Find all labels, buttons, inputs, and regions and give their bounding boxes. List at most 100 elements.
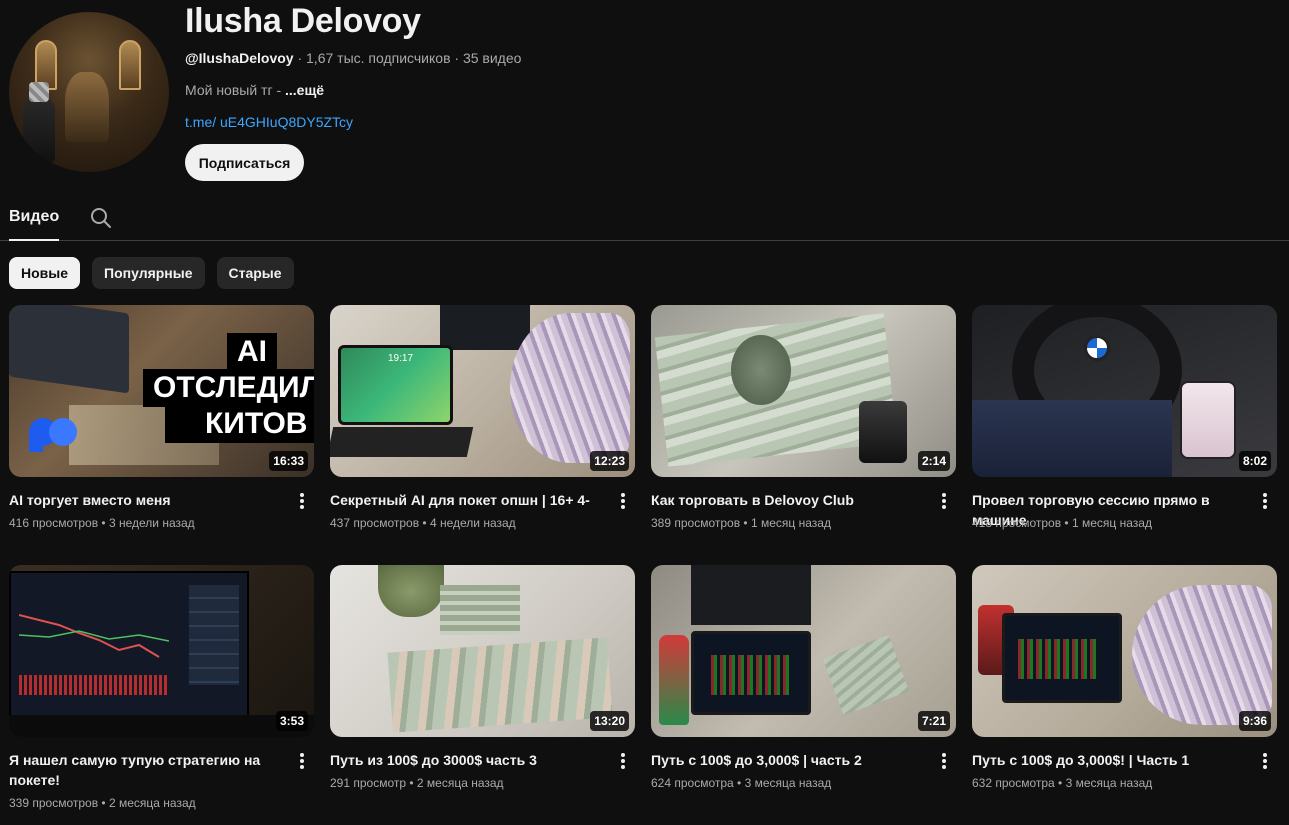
video-duration: 3:53 [275,711,308,731]
upload-age: 1 месяц назад [1071,516,1152,530]
video-thumbnail[interactable]: 2:14 [651,305,956,477]
monitor-decor [691,565,811,625]
sort-chips: Новые Популярные Старые [9,257,294,289]
description-text: Мой новый тг - [185,82,286,98]
tab-videos[interactable]: Видео [9,208,60,241]
chip-new[interactable]: Новые [9,257,81,289]
view-count: 389 просмотров [651,516,741,530]
channel-link[interactable]: t.me/ uE4GHIuQ8DY5ZTcy [185,114,353,130]
channel-stats: · 1,67 тыс. подписчиков · 35 видео [293,50,522,66]
money-in-hand-decor [822,634,910,716]
more-vert-icon[interactable] [293,491,311,511]
video-title[interactable]: AI торгует вместо меня [9,490,279,510]
channel-description[interactable]: Мой новый тг - ...ещё [185,82,324,98]
video-thumbnail[interactable]: 7:21 [651,565,956,737]
avatar-decor [29,82,49,102]
video-card: 8:02 Провел торговую сессию прямо в маши… [972,305,1277,530]
video-title[interactable]: Я нашел самую тупую стратегию на покете! [9,750,279,790]
video-stats: 418 просмотров • 1 месяц назад [972,516,1152,530]
video-duration: 13:20 [590,711,629,731]
video-thumbnail[interactable]: 8:02 [972,305,1277,477]
search-icon[interactable] [90,207,112,229]
thumb-text-line2: ОТСЛЕДИЛ [143,369,314,407]
chip-popular[interactable]: Популярные [92,257,205,289]
video-thumbnail[interactable]: AI ОТСЛЕДИЛ КИТОВ 16:33 [9,305,314,477]
banknote-portrait-decor [731,335,791,405]
lighter-decor [859,401,907,463]
bmw-logo-decor [1084,335,1110,361]
video-stats: 339 просмотров • 2 месяца назад [9,796,196,810]
view-count: 339 просмотров [9,796,99,810]
keyboard-decor [9,715,314,737]
upload-age: 1 месяц назад [750,516,831,530]
video-stats: 632 просмотра • 3 месяца назад [972,776,1153,790]
thumb-text-line3: КИТОВ [165,405,314,443]
video-title[interactable]: Секретный AI для покет опшн | 16+ 4- [330,490,600,510]
money-decor [387,637,613,733]
money-stack-decor [440,585,520,635]
more-vert-icon[interactable] [935,751,953,771]
video-duration: 2:14 [917,451,950,471]
chip-old[interactable]: Старые [216,257,294,289]
thumb-text-line1: AI [227,333,277,371]
plant-decor [378,565,444,617]
channel-avatar[interactable] [9,12,169,172]
more-vert-icon[interactable] [935,491,953,511]
channel-name: Ilusha Delovoy [185,2,421,40]
laptop-time: 19:17 [388,353,414,364]
phone-decor [1180,381,1236,459]
channel-tabs: Видео [0,196,1289,241]
more-link[interactable]: ...ещё [285,82,324,98]
more-vert-icon[interactable] [1256,751,1274,771]
more-vert-icon[interactable] [293,751,311,771]
video-title[interactable]: Путь с 100$ до 3,000$ | часть 2 [651,750,921,770]
logo-decor [27,411,79,453]
video-card: 19:17 12:23 Секретный AI для покет опшн … [330,305,635,530]
video-stats: 437 просмотров • 4 недели назад [330,516,516,530]
video-thumbnail[interactable]: 3:53 [9,565,314,737]
more-vert-icon[interactable] [614,491,632,511]
indicator-decor [19,675,169,695]
video-card: 7:21 Путь с 100$ до 3,000$ | часть 2 624… [651,565,956,790]
video-title[interactable]: Как торговать в Delovoy Club [651,490,921,510]
channel-meta: @IlushaDelovoy · 1,67 тыс. подписчиков ·… [185,50,521,66]
more-vert-icon[interactable] [614,751,632,771]
bottle-decor [659,635,689,725]
video-stats: 291 просмотр • 2 месяца назад [330,776,504,790]
search-icon-svg [91,208,111,228]
video-card: 13:20 Путь из 100$ до 3000$ часть 3 291 … [330,565,635,790]
video-duration: 7:21 [917,711,950,731]
view-count: 418 просмотров [972,516,1062,530]
upload-age: 3 месяца назад [744,776,832,790]
video-title[interactable]: Путь с 100$ до 3,000$! | Часть 1 [972,750,1242,770]
video-duration: 9:36 [1238,711,1271,731]
avatar-decor [119,40,141,90]
video-duration: 8:02 [1238,451,1271,471]
video-thumbnail[interactable]: 9:36 [972,565,1277,737]
view-count: 437 просмотров [330,516,420,530]
legs-decor [972,400,1172,477]
video-card: 3:53 Я нашел самую тупую стратегию на по… [9,565,314,810]
video-card: 2:14 Как торговать в Delovoy Club 389 пр… [651,305,956,530]
video-thumbnail[interactable]: 19:17 12:23 [330,305,635,477]
more-vert-icon[interactable] [1256,491,1274,511]
channel-handle: @IlushaDelovoy [185,50,294,66]
avatar-decor [23,96,55,162]
avatar-decor [65,72,109,142]
video-title[interactable]: Путь из 100$ до 3000$ часть 3 [330,750,600,770]
view-count: 291 просмотр [330,776,407,790]
upload-age: 4 недели назад [429,516,516,530]
video-duration: 12:23 [590,451,629,471]
view-count: 416 просмотров [9,516,99,530]
upload-age: 2 месяца назад [108,796,196,810]
keyboard-decor [330,427,474,457]
video-thumbnail[interactable]: 13:20 [330,565,635,737]
subscribe-button[interactable]: Подписаться [185,144,304,181]
laptop-chart-decor [1018,639,1098,679]
video-stats: 624 просмотра • 3 месяца назад [651,776,832,790]
video-duration: 16:33 [269,451,308,471]
laptop-chart-decor [711,655,791,695]
money-fan-decor [510,313,630,463]
money-fan-decor [1132,585,1272,725]
chart-decor [18,595,170,665]
